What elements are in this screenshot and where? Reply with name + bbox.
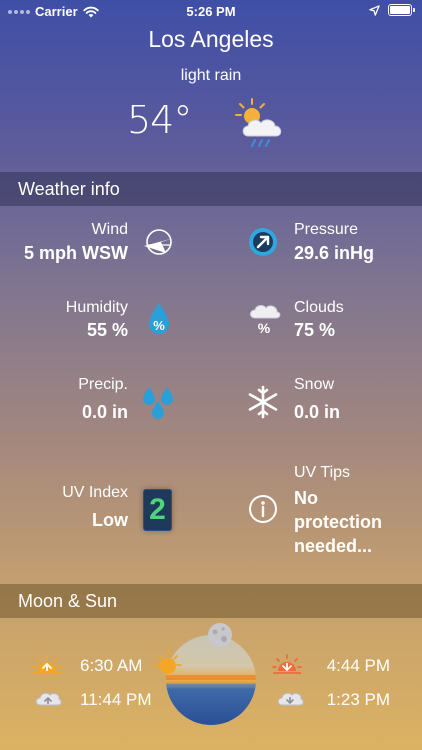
wind-direction-icon [144, 229, 174, 255]
moonrise-time: 11:44 PM [80, 690, 152, 709]
moon-sun-header: Moon & Sun [0, 584, 422, 618]
snowflake-icon [248, 385, 278, 419]
temperature: 54° [127, 98, 192, 142]
wind-label: Wind [91, 221, 128, 238]
uv-tips-value: No protection needed... [294, 486, 382, 558]
uv-tips-label: UV Tips [294, 464, 351, 481]
snow-value: 0.0 in [294, 402, 341, 422]
moonrise-icon [35, 692, 62, 706]
status-bar: Carrier 5:26 PM [0, 0, 422, 24]
city-name: Los Angeles [148, 26, 274, 52]
sun-moon-globe-icon [154, 623, 256, 725]
pressure-gauge-icon [249, 228, 277, 256]
uv-tips-line: protection [294, 512, 382, 532]
weather-info-header: Weather info [0, 172, 422, 206]
clouds-label: Clouds [294, 299, 344, 316]
weather-condition: light rain [180, 67, 242, 84]
info-icon[interactable] [247, 493, 279, 525]
uv-tips-line: needed... [294, 536, 373, 556]
svg-text:%: % [258, 320, 271, 336]
snow-label: Snow [294, 376, 335, 393]
moonset-time: 1:23 PM [326, 690, 390, 709]
uv-level-badge: 2 [143, 489, 172, 531]
uv-index-value: Low [92, 510, 128, 530]
pressure-label: Pressure [294, 221, 359, 238]
pressure-value: 29.6 inHg [294, 243, 375, 263]
rain-drops-icon [143, 387, 173, 419]
status-time: 5:26 PM [186, 4, 236, 19]
sunrise-icon [32, 654, 62, 674]
precip-value: 0.0 in [81, 402, 128, 422]
wind-value: 5 mph WSW [24, 243, 128, 263]
status-right [369, 4, 415, 16]
sunrise-time: 6:30 AM [80, 656, 143, 675]
uv-tips-line: No [294, 488, 318, 508]
cloud-percent-icon: % [250, 305, 281, 336]
svg-text:%: % [153, 318, 165, 333]
humidity-value: 55 % [86, 320, 128, 340]
humidity-label: Humidity [65, 299, 128, 316]
location-arrow-icon [369, 4, 380, 16]
humidity-drop-icon: % [149, 303, 169, 334]
sunset-time: 4:44 PM [326, 656, 390, 675]
clouds-value: 75 % [294, 320, 336, 340]
sunset-icon [272, 654, 302, 674]
sun-cloud-rain-icon [235, 98, 282, 147]
uv-index-label: UV Index [62, 484, 128, 501]
precip-label: Precip. [78, 376, 128, 393]
battery-icon [388, 4, 415, 16]
